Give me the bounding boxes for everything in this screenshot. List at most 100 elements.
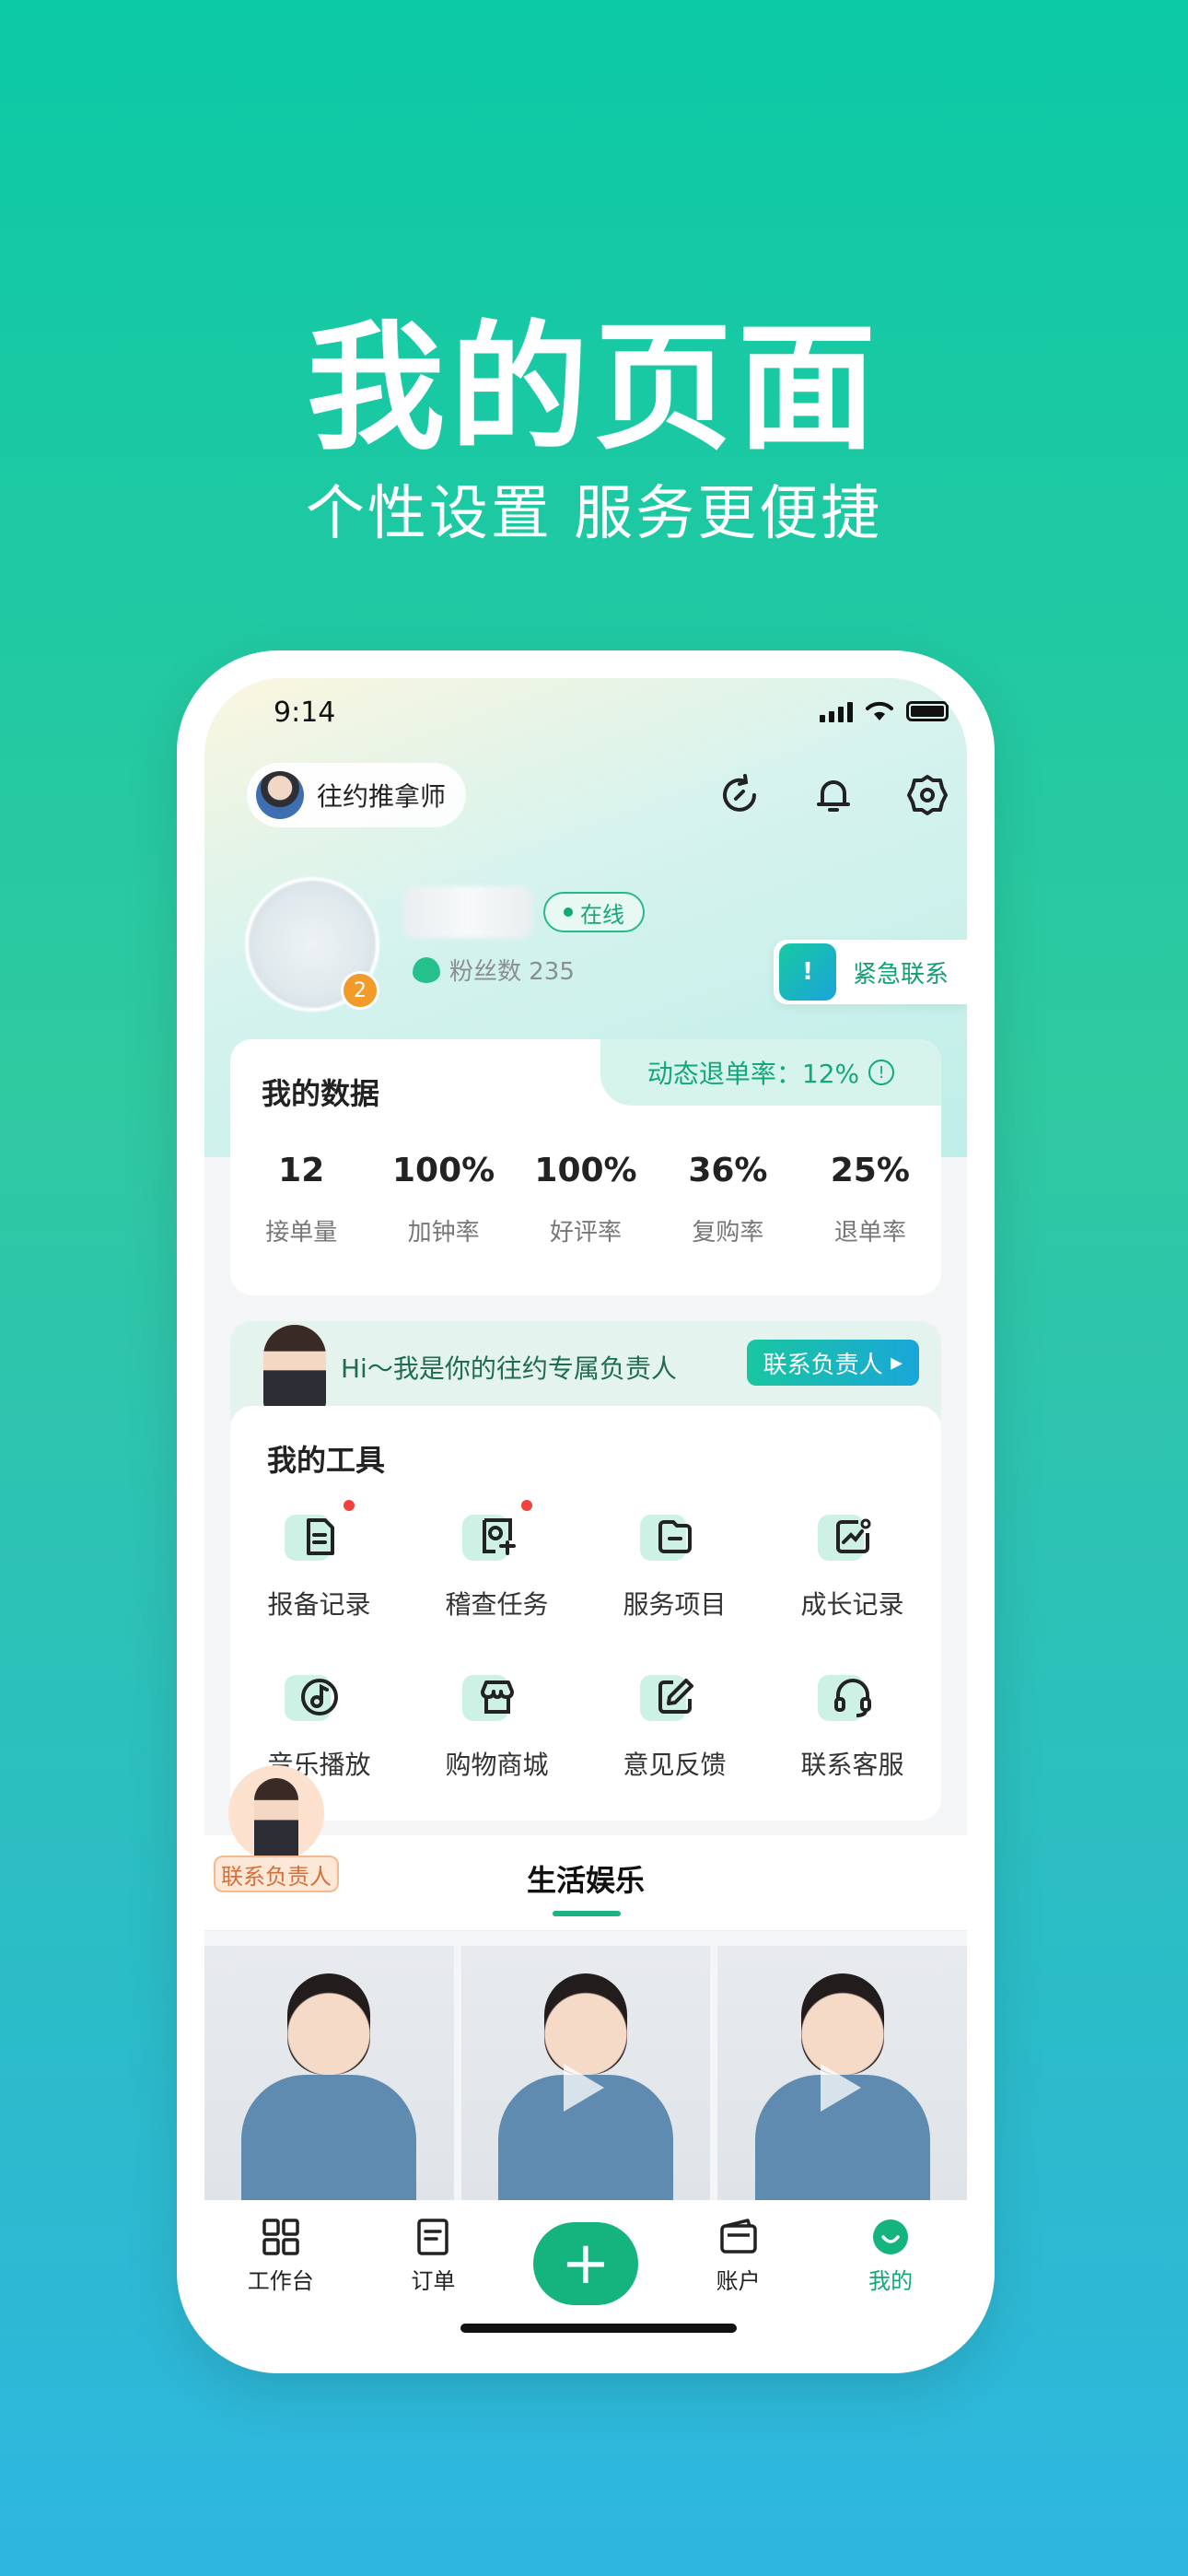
- battery-icon: [906, 701, 949, 721]
- online-status-badge[interactable]: 在线: [543, 892, 645, 932]
- plus-icon: +: [532, 2222, 638, 2305]
- person-body: [241, 2075, 417, 2200]
- stat-label: 复购率: [692, 1219, 764, 1247]
- fans-label: 粉丝数 235: [449, 958, 575, 986]
- role-avatar: [256, 771, 304, 819]
- status-time: 9:14: [274, 697, 336, 729]
- hero-title: 我的页面: [306, 309, 881, 469]
- arrow-right-icon: ▸: [890, 1349, 903, 1376]
- refund-rate-label: 动态退单率：12%: [646, 1059, 860, 1089]
- manager-avatar: [228, 1765, 324, 1861]
- my-data-title: 我的数据: [262, 1076, 380, 1111]
- my-data-card: 我的数据 动态退单率：12%! 12 接单量 100% 加钟率 100% 好评率 36…: [230, 1039, 941, 1295]
- home-indicator[interactable]: [460, 2324, 737, 2333]
- floating-manager-button[interactable]: 联系负责人: [214, 1765, 339, 1896]
- service-icon: [639, 1507, 705, 1566]
- tool-service-items[interactable]: 服务项目: [586, 1507, 763, 1622]
- tools-card: 我的工具 报备记录 稽查任务 服务项目 成长记录 音乐播放 购物商城 意见反馈 …: [230, 1406, 941, 1821]
- video-grid: [204, 1946, 967, 2200]
- stat-label: 接单量: [265, 1219, 338, 1247]
- order-icon: [417, 2219, 449, 2255]
- emergency-contact-button[interactable]: ! 紧急联系: [774, 940, 967, 1004]
- tab-underline: [553, 1911, 621, 1916]
- bell-icon[interactable]: [809, 770, 858, 820]
- person-head: [287, 1973, 371, 2075]
- phone-frame: 9:14 往约推拿师 2 在线 粉丝数 235 ! 紧急联系 我的数据 动态退单率…: [177, 650, 995, 2373]
- video-thumbnail[interactable]: [460, 1946, 711, 2200]
- profile-name-blurred: [403, 886, 532, 938]
- contact-manager-label: 联系负责人: [763, 1351, 883, 1379]
- shop-icon: [461, 1668, 527, 1727]
- emergency-label: 紧急联系: [853, 960, 949, 989]
- tool-label: 成长记录: [800, 1589, 904, 1620]
- headset-icon: [817, 1668, 882, 1727]
- stat-extension-rate[interactable]: 100% 加钟率: [372, 1152, 514, 1247]
- report-icon: [284, 1500, 355, 1566]
- stat-repurchase-rate[interactable]: 36% 复购率: [657, 1152, 798, 1247]
- play-icon: [564, 2064, 604, 2112]
- status-icons: [820, 700, 949, 722]
- stat-value: 100%: [392, 1152, 495, 1189]
- tab-mine[interactable]: 我的: [814, 2200, 967, 2346]
- stat-label: 好评率: [550, 1219, 623, 1247]
- phone-screen: 9:14 往约推拿师 2 在线 粉丝数 235 ! 紧急联系 我的数据 动态退单率…: [204, 678, 967, 2346]
- shield-icon: !: [779, 943, 836, 1001]
- tools-title: 我的工具: [267, 1443, 386, 1478]
- tools-grid: 报备记录 稽查任务 服务项目 成长记录 音乐播放 购物商城 意见反馈 联系客服: [230, 1500, 941, 1782]
- online-label: 在线: [580, 901, 624, 928]
- tab-label: 我的: [868, 2268, 914, 2294]
- refund-rate-banner[interactable]: 动态退单率：12%!: [600, 1039, 941, 1106]
- tool-inspection-tasks[interactable]: 稽查任务: [408, 1500, 586, 1622]
- info-icon: !: [868, 1060, 895, 1085]
- music-icon: [284, 1668, 349, 1727]
- tool-label: 稽查任务: [445, 1589, 549, 1620]
- notification-dot: [520, 1500, 532, 1511]
- tool-label: 报备记录: [267, 1589, 371, 1620]
- gear-icon[interactable]: [903, 770, 952, 820]
- role-pill[interactable]: 往约推拿师: [247, 763, 467, 827]
- person-head: [800, 1973, 884, 2075]
- stat-label: 退单率: [833, 1219, 906, 1247]
- stat-value: 36%: [688, 1152, 768, 1189]
- level-badge: 2: [341, 971, 379, 1010]
- stat-value: 25%: [830, 1152, 910, 1189]
- tool-customer-service[interactable]: 联系客服: [763, 1668, 941, 1782]
- header-actions: [715, 770, 952, 820]
- stat-value: 12: [278, 1152, 325, 1189]
- tab-label: 订单: [411, 2268, 456, 2294]
- manager-avatar: [263, 1325, 326, 1411]
- notification-dot: [343, 1500, 355, 1511]
- inspect-icon: [461, 1500, 532, 1566]
- play-icon: [820, 2064, 861, 2112]
- tool-growth-records[interactable]: 成长记录: [763, 1507, 941, 1622]
- tab-workbench[interactable]: 工作台: [204, 2200, 357, 2346]
- growth-icon: [817, 1507, 882, 1566]
- hero-subtitle: 个性设置 服务更便捷: [305, 480, 883, 548]
- wifi-icon: [866, 701, 893, 720]
- tool-feedback[interactable]: 意见反馈: [586, 1668, 763, 1782]
- refresh-icon[interactable]: [715, 770, 764, 820]
- contact-manager-button[interactable]: 联系负责人 ▸: [746, 1340, 919, 1386]
- stat-refund-rate[interactable]: 25% 退单率: [799, 1152, 941, 1247]
- tool-report-records[interactable]: 报备记录: [230, 1500, 408, 1622]
- floating-manager-label: 联系负责人: [214, 1856, 339, 1892]
- stats-row: 12 接单量 100% 加钟率 100% 好评率 36% 复购率 25% 退单率: [230, 1152, 941, 1247]
- video-thumbnail[interactable]: [204, 1946, 454, 2200]
- tool-label: 服务项目: [623, 1589, 727, 1620]
- tool-label: 购物商城: [445, 1750, 549, 1780]
- stat-value: 100%: [534, 1152, 637, 1189]
- signal-icon: [820, 700, 853, 722]
- stat-positive-rate[interactable]: 100% 好评率: [515, 1152, 657, 1247]
- role-label: 往约推拿师: [317, 781, 447, 812]
- grid-icon: [262, 2219, 299, 2255]
- stat-orders[interactable]: 12 接单量: [230, 1152, 372, 1247]
- tab-label: 工作台: [247, 2268, 314, 2294]
- video-thumbnail[interactable]: [717, 1946, 967, 2200]
- tool-label: 联系客服: [800, 1750, 904, 1780]
- tool-shop[interactable]: 购物商城: [408, 1668, 586, 1782]
- feedback-icon: [639, 1668, 705, 1727]
- wallet-icon: [719, 2219, 757, 2254]
- online-dot-icon: [564, 907, 573, 917]
- fans-count: 粉丝数 235: [413, 953, 575, 987]
- smile-icon: [873, 2219, 909, 2254]
